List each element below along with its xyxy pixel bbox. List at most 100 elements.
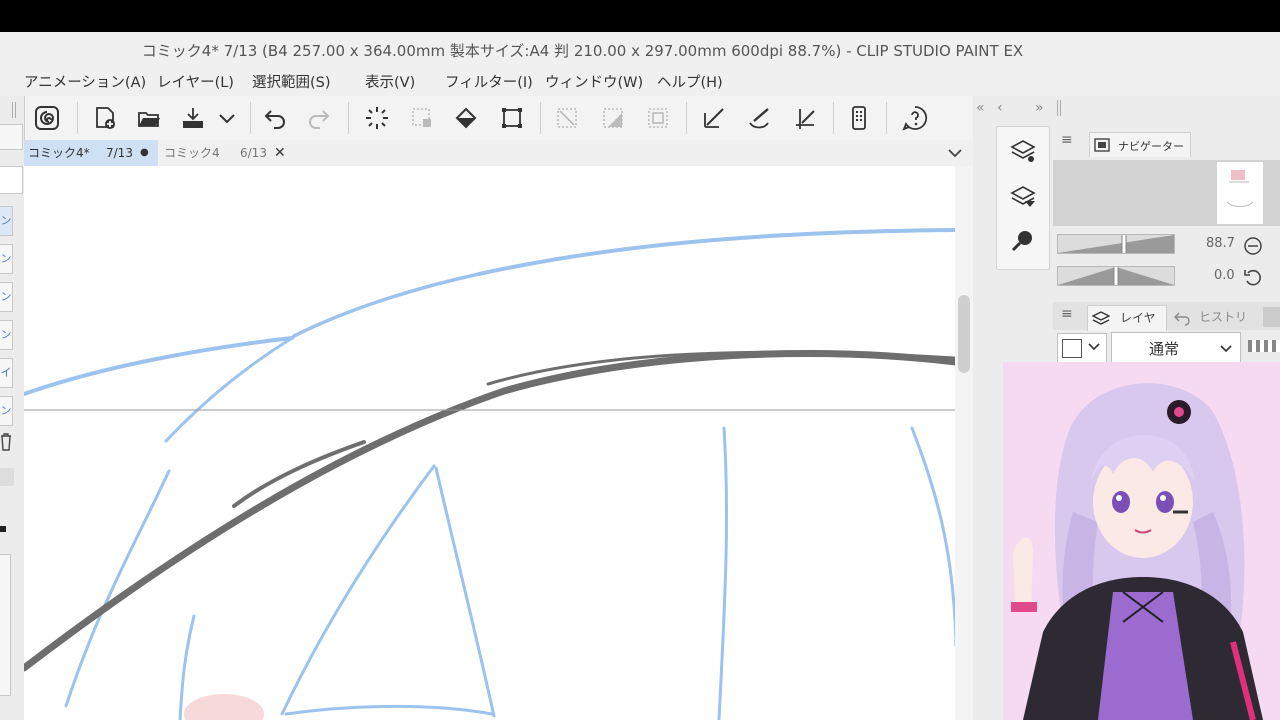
rail-item-5[interactable]: イ: [0, 358, 13, 388]
rail-panel-top[interactable]: [0, 124, 23, 150]
character-overlay: [1003, 362, 1280, 720]
close-icon[interactable]: ✕: [274, 140, 286, 166]
brush-icon[interactable]: [742, 102, 776, 134]
tab-layer[interactable]: レイヤー: [1087, 305, 1167, 349]
tab-comic4-modified[interactable]: コミック4* 7/13 ●: [24, 140, 158, 166]
color-swatch: [1062, 339, 1082, 358]
transform-icon[interactable]: [495, 102, 529, 134]
collapse-left-icon[interactable]: «: [976, 100, 985, 116]
panel-menu-icon[interactable]: ≡: [1061, 132, 1073, 148]
reset-rotation-icon[interactable]: [1242, 266, 1264, 288]
layer-color-dropdown[interactable]: [1057, 333, 1107, 363]
open-folder-icon[interactable]: [132, 102, 166, 134]
panel-menu-icon[interactable]: ≡: [1061, 306, 1073, 322]
rail-item-6[interactable]: ン: [0, 396, 13, 426]
zoom-value: 88.7: [1206, 236, 1235, 251]
sketch-stroke-bang-a: [280, 464, 436, 716]
rotation-slider[interactable]: [1057, 265, 1175, 287]
artwork-strokes: [24, 228, 960, 720]
lineart-stroke-hook: [232, 440, 366, 508]
top-black-bar: [0, 0, 1280, 32]
save-icon[interactable]: [176, 102, 210, 134]
rail-item-4[interactable]: ン: [0, 320, 13, 350]
panel-icon-stack: [996, 126, 1050, 270]
clear-selection-icon[interactable]: [550, 102, 584, 134]
pen-ruler-icon[interactable]: [697, 102, 731, 134]
tab-history[interactable]: ヒストリー: [1169, 305, 1253, 348]
clip-studio-icon[interactable]: [30, 102, 64, 134]
rail-subtools[interactable]: [0, 554, 11, 696]
rail-color-chip[interactable]: [0, 526, 6, 532]
chevron-left-icon[interactable]: ‹: [997, 100, 1003, 116]
rail-grip[interactable]: [12, 102, 18, 118]
menu-selection[interactable]: 選択範囲(S): [252, 71, 331, 92]
loading-spinner-icon[interactable]: [360, 102, 394, 134]
navigator-label: ナビゲーター: [1118, 140, 1184, 153]
fill-bucket-icon[interactable]: [450, 102, 484, 134]
perspective-ruler-icon[interactable]: [788, 102, 822, 134]
navigator-preview[interactable]: [1053, 160, 1280, 226]
menu-bar: アニメーション(A) レイヤー(L) 選択範囲(S) 表示(V) フィルター(I…: [0, 66, 1280, 96]
title-bar: コミック4* 7/13 (B4 257.00 x 364.00mm 製本サイズ:…: [0, 32, 1280, 66]
rail-item-3[interactable]: ン: [0, 282, 13, 312]
menu-layer[interactable]: レイヤー(L): [157, 71, 234, 92]
device-icon[interactable]: [842, 102, 876, 134]
unsaved-dot-icon: ●: [140, 147, 149, 158]
zoom-out-icon[interactable]: [1242, 235, 1264, 257]
dropdown-chevron-icon[interactable]: [212, 102, 242, 134]
navigator-icon: [1094, 137, 1110, 152]
navigator-tab[interactable]: ナビゲーター: [1089, 132, 1191, 157]
layers-icon: [1091, 310, 1111, 328]
sketch-stroke-bang-b: [434, 466, 496, 718]
menu-view[interactable]: 表示(V): [365, 71, 415, 92]
menu-window[interactable]: ウィンドウ(W): [545, 71, 643, 92]
sketch-stroke-bang-c: [717, 426, 729, 720]
tab-list-chevron-icon[interactable]: [946, 144, 964, 162]
canvas-scroll-thumb[interactable]: [958, 295, 970, 373]
sketch-stroke-lower-b: [284, 704, 494, 716]
layer-property-icon[interactable]: [1009, 137, 1037, 165]
help-icon[interactable]: [898, 102, 932, 134]
menu-filter[interactable]: フィルター(I): [445, 71, 533, 92]
select-stamp-icon[interactable]: [405, 102, 439, 134]
rail-item-1[interactable]: ン: [0, 206, 13, 236]
rail-panel-white[interactable]: [0, 166, 23, 194]
right-grip[interactable]: [1057, 100, 1063, 116]
tab-page: 7/13: [106, 146, 133, 160]
layer-panel-tabbar: ≡ レイヤー ヒストリー: [1053, 302, 1280, 349]
tab-comic4[interactable]: コミック4 6/13 ✕: [160, 140, 292, 166]
menu-animation[interactable]: アニメーション(A): [24, 71, 146, 92]
tool-rail: ン ン ン ン イ ン: [0, 96, 25, 720]
undo-icon[interactable]: [258, 102, 292, 134]
drawing-canvas[interactable]: [24, 166, 973, 720]
chevron-down-icon: [1218, 340, 1234, 356]
rotation-value: 0.0: [1214, 268, 1235, 283]
trash-icon[interactable]: [0, 430, 12, 452]
layer-search-icon[interactable]: [1009, 183, 1037, 211]
new-file-icon[interactable]: [88, 102, 122, 134]
rail-item-2[interactable]: ン: [0, 244, 13, 274]
page-thumbnail: [1217, 162, 1263, 224]
character-illustration: [1011, 383, 1263, 720]
blend-mode-value: 通常: [1149, 340, 1180, 358]
blend-mode-select[interactable]: 通常: [1111, 332, 1241, 364]
command-bar: [0, 96, 973, 141]
document-tabbar: コミック4* 7/13 ● コミック4 6/13 ✕: [24, 140, 973, 166]
sketch-stroke-bang-d: [910, 426, 958, 648]
select-border-icon[interactable]: [641, 102, 675, 134]
more-tabs-icon[interactable]: [1263, 307, 1280, 327]
redo-icon[interactable]: [302, 102, 336, 134]
tab-name: コミック4: [164, 146, 220, 160]
search-icon[interactable]: [1009, 227, 1037, 255]
history-icon: [1173, 309, 1191, 327]
opacity-checker[interactable]: [1248, 340, 1280, 352]
tab-name: コミック4*: [28, 146, 90, 160]
zoom-slider[interactable]: [1057, 233, 1175, 255]
canvas-vertical-scrollbar[interactable]: [955, 166, 973, 720]
collapse-right-icon[interactable]: »: [1035, 100, 1044, 116]
menu-help[interactable]: ヘルプ(H): [657, 71, 723, 92]
rail-pen-icon[interactable]: [0, 468, 14, 486]
window-title: コミック4* 7/13 (B4 257.00 x 364.00mm 製本サイズ:…: [141, 42, 1024, 60]
skin-tint: [184, 694, 264, 720]
fill-selection-icon[interactable]: [596, 102, 630, 134]
